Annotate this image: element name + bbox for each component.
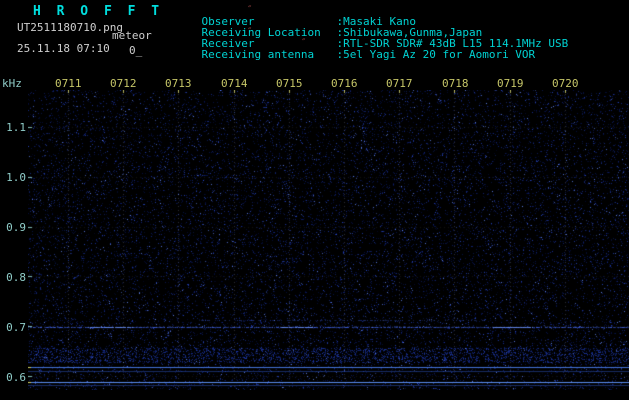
header-value-antenna: :5el Yagi Az 20 for Aomori VOR <box>336 48 536 61</box>
time-tick-label: 0716 <box>331 77 358 90</box>
time-tick-label: 0717 <box>386 77 413 90</box>
time-tick-label: 0720 <box>552 77 579 90</box>
freq-tick-label: 0.8 <box>6 271 26 284</box>
time-tick-label: 0711 <box>55 77 82 90</box>
hrofft-output: H R O F F T UT2511180710.png meteor 25.1… <box>0 0 629 400</box>
time-tick-label: 0715 <box>276 77 303 90</box>
echo-counter: 0_ <box>129 44 143 57</box>
app-title: H R O F F T <box>33 4 164 19</box>
time-tick-label: 0718 <box>442 77 469 90</box>
glitch-mark: ″ <box>247 5 253 15</box>
time-tick-label: 0714 <box>221 77 248 90</box>
time-tick-label: 0719 <box>497 77 524 90</box>
timestamp: 25.11.18 07:10 <box>17 42 110 55</box>
glitch-mark: ″ <box>301 38 307 48</box>
freq-tick-label: 0.6 <box>6 371 26 384</box>
header-row-antenna: Receiving antenna :5el Yagi Az 20 for Aom… <box>175 38 536 71</box>
freq-axis-unit: kHz <box>2 77 22 90</box>
freq-tick-label: 0.7 <box>6 321 26 334</box>
time-tick-label: 0712 <box>110 77 137 90</box>
observation-mode-label: meteor <box>112 29 152 42</box>
output-filename: UT2511180710.png <box>17 21 123 34</box>
freq-tick-label: 1.0 <box>6 171 26 184</box>
glitch-mark: ″ <box>247 27 253 37</box>
spectrogram-canvas <box>28 90 629 390</box>
freq-tick-label: 1.1 <box>6 121 26 134</box>
freq-tick-label: 0.9 <box>6 221 26 234</box>
header-label-antenna: Receiving antenna <box>201 48 315 61</box>
time-tick-label: 0713 <box>165 77 192 90</box>
